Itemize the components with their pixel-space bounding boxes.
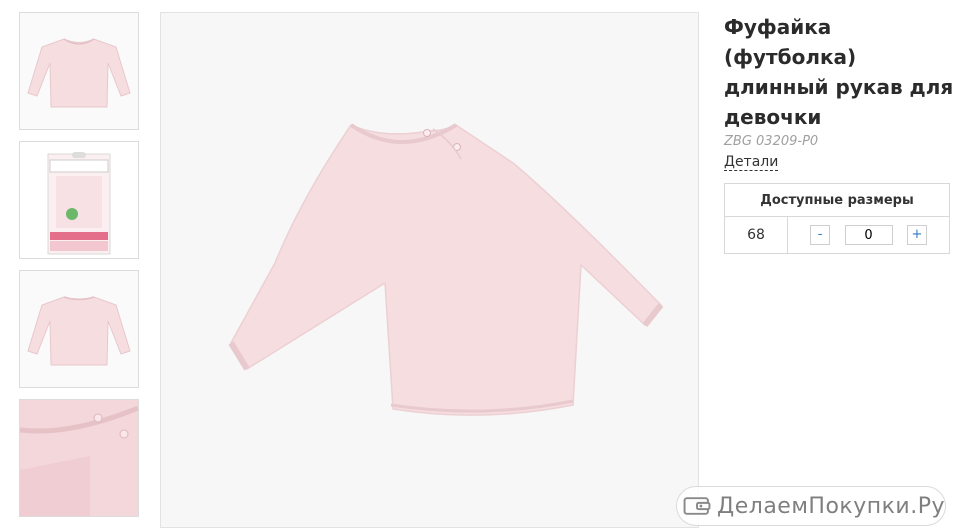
thumbnail-closeup[interactable] xyxy=(19,399,139,517)
main-product-image[interactable] xyxy=(160,12,699,528)
size-row: 68 - + xyxy=(724,216,950,254)
quantity-input[interactable] xyxy=(844,225,893,245)
decrement-button[interactable]: - xyxy=(810,225,831,245)
thumbnail-list xyxy=(19,12,139,528)
product-sku: ZBG 03209-P0 xyxy=(724,134,819,149)
product-info: Фуфайка (футболка) длинный рукав для дев… xyxy=(724,12,954,254)
wallet-icon xyxy=(683,497,711,515)
package-image xyxy=(47,152,111,255)
increment-button[interactable]: + xyxy=(906,225,927,245)
watermark-brand: ДелаемПокупки.Ру xyxy=(717,493,945,519)
quantity-stepper: - + xyxy=(788,217,950,254)
size-value: 68 xyxy=(724,216,788,254)
shirt-front-image xyxy=(27,38,131,108)
product-title: Фуфайка (футболка) длинный рукав для дев… xyxy=(724,15,954,129)
sizes-header: Доступные размеры xyxy=(724,183,950,217)
shirt-image xyxy=(228,123,664,416)
sizes-table: Доступные размеры 68 - + xyxy=(724,183,950,254)
details-link[interactable]: Детали xyxy=(724,154,779,171)
thumbnail-front[interactable] xyxy=(19,12,139,130)
watermark: ДелаемПокупки.Ру xyxy=(676,486,946,526)
thumbnail-back[interactable] xyxy=(19,270,139,388)
shirt-back-image xyxy=(27,296,131,366)
thumbnail-package[interactable] xyxy=(19,141,139,259)
collar-closeup-image xyxy=(20,400,138,516)
